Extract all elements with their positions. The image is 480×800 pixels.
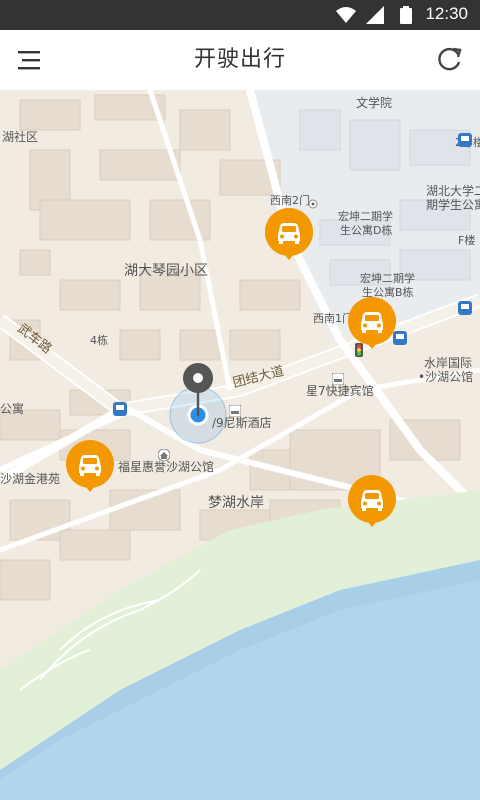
map-label: /9尼斯酒店 xyxy=(212,416,272,430)
map-label: •沙湖公馆 xyxy=(418,370,474,384)
map-label: 公寓 xyxy=(0,402,25,416)
status-bar: 12:30 xyxy=(0,0,480,30)
car-marker[interactable] xyxy=(66,440,114,496)
map-label: 湖大琴园小区 xyxy=(124,263,208,279)
battery-icon xyxy=(400,6,412,28)
map-view[interactable]: 文学院 湖社区 2号楼 西南2门 湖北大学二 期学生公寓 宏坤二期学 生公寓D栋… xyxy=(0,90,480,800)
car-icon xyxy=(264,208,313,260)
car-icon xyxy=(348,475,396,527)
status-time: 12:30 xyxy=(425,4,468,23)
car-icon xyxy=(348,297,396,349)
map-label: 沙湖金港苑 xyxy=(0,472,61,486)
map-label: 西南1门 xyxy=(313,312,353,325)
refresh-icon xyxy=(438,47,462,71)
hotel-icon xyxy=(228,402,242,421)
bus-stop-icon xyxy=(113,401,127,420)
car-marker[interactable] xyxy=(264,208,313,264)
bus-stop-icon xyxy=(458,300,472,319)
signal-icon xyxy=(366,6,384,28)
map-label: 生公寓D栋 xyxy=(340,224,393,237)
car-icon xyxy=(66,440,114,492)
location-pin-icon xyxy=(183,363,213,416)
refresh-button[interactable] xyxy=(434,45,464,75)
hotel-icon xyxy=(331,370,345,389)
residence-icon xyxy=(157,446,171,465)
wifi-icon xyxy=(336,6,356,28)
current-location-pin[interactable] xyxy=(182,362,214,422)
page-title: 开驶出行 xyxy=(193,47,286,72)
map-label: 西南2门 xyxy=(270,194,310,207)
car-marker[interactable] xyxy=(348,297,396,353)
map-label: 4栋 xyxy=(90,334,108,347)
bus-stop-icon xyxy=(458,132,472,151)
map-label: 文学院 xyxy=(356,96,393,110)
map-label: 湖社区 xyxy=(2,130,39,144)
app-bar: 开驶出行 xyxy=(0,30,480,90)
map-label: 期学生公寓 xyxy=(426,198,480,212)
map-label: F楼 xyxy=(458,234,476,247)
map-label: 梦湖水岸 xyxy=(208,495,264,511)
car-marker[interactable] xyxy=(348,475,396,531)
